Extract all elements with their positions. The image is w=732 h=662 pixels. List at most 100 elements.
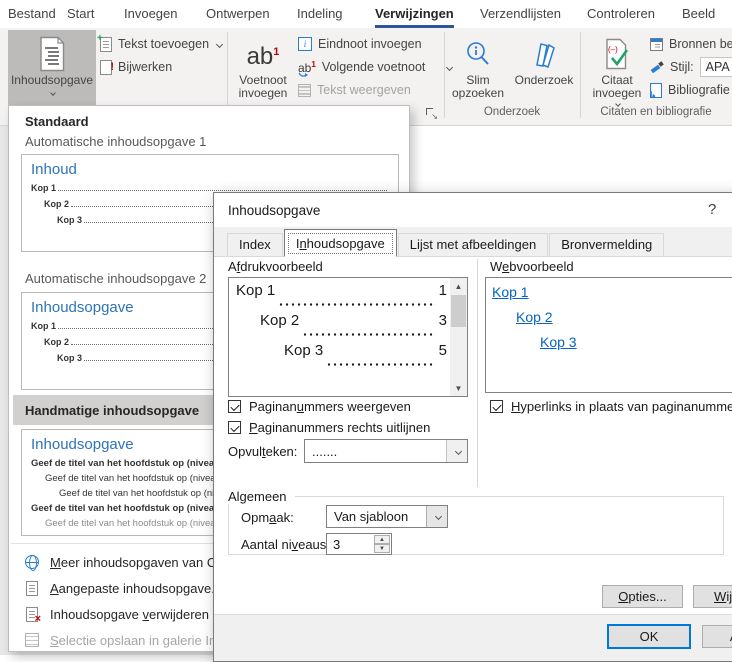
tab-inhoudsopgave[interactable]: Inhoudsopgave <box>283 229 397 257</box>
modify-button[interactable]: Wijzige <box>693 585 732 608</box>
spin-up-icon[interactable]: ▲ <box>374 535 390 544</box>
tab-index[interactable]: Index <box>227 233 283 256</box>
tab-indeling[interactable]: Indeling <box>297 0 343 28</box>
gallery-entry: Kop 1 <box>31 321 57 331</box>
tab-bronvermelding[interactable]: Bronvermelding <box>549 233 665 256</box>
dialog-launcher-icon[interactable] <box>426 108 438 121</box>
tab-lijst-met-afbeeldingen[interactable]: Lijst met afbeeldingen <box>397 233 549 256</box>
research-label: Onderzoek <box>514 73 574 87</box>
checkbox-checked-icon[interactable] <box>228 400 241 413</box>
custom-toc-icon <box>23 580 41 596</box>
dialog-title: Inhoudsopgave <box>228 203 321 218</box>
globe-icon <box>23 555 41 571</box>
column-divider <box>477 259 478 487</box>
style-row: Stijl: APA <box>650 56 732 78</box>
gallery-entry: Kop 3 <box>57 215 83 225</box>
chevron-down-icon[interactable] <box>426 506 447 527</box>
format-select[interactable]: Van sjabloon <box>326 505 448 528</box>
ok-button[interactable]: OK <box>607 624 691 649</box>
scroll-up-icon[interactable]: ▲ <box>450 278 467 294</box>
chevron-down-icon <box>50 90 56 96</box>
manage-sources-button[interactable]: Bronnen be <box>650 33 732 55</box>
print-preview-row: Kop 11 <box>236 282 447 312</box>
update-toc-button[interactable]: ! Bijwerken <box>100 56 172 78</box>
add-text-icon: + <box>97 33 112 52</box>
tab-ontwerpen[interactable]: Ontwerpen <box>206 0 270 28</box>
gallery-item1-title: Automatische inhoudsopgave 1 <box>25 134 207 149</box>
insert-citation-label: Citaat invoegen <box>592 73 642 100</box>
spin-down-icon[interactable]: ▼ <box>374 544 390 553</box>
levels-label: Aantal niveaus: <box>241 537 330 552</box>
options-button[interactable]: Opties... <box>602 585 683 608</box>
checkbox-show-page-numbers[interactable]: Paginanummers weergeven <box>228 399 411 414</box>
insert-endnote-button[interactable]: i Eindnoot invoegen <box>298 33 422 55</box>
web-preview-box: Kop 1 Kop 2 Kop 3 <box>485 277 732 393</box>
toc-icon <box>37 34 67 74</box>
tab-leader-select[interactable]: ....... <box>304 439 468 463</box>
tab-beeld[interactable]: Beeld <box>682 0 715 28</box>
update-toc-icon: ! <box>100 59 114 75</box>
show-notes-icon <box>298 83 311 97</box>
levels-value: 3 <box>333 536 341 552</box>
tab-bestand[interactable]: Bestand <box>8 0 56 28</box>
tab-controleren[interactable]: Controleren <box>587 0 655 28</box>
gallery-entry: Kop 2 <box>44 199 70 209</box>
add-text-label: Tekst toevoegen <box>118 37 210 51</box>
style-label: Stijl: <box>670 60 694 74</box>
manage-sources-icon <box>650 37 663 51</box>
manual-entry: Geef de titel van het hoofdstuk op (nive… <box>31 503 232 514</box>
web-preview-link[interactable]: Kop 3 <box>540 334 577 350</box>
print-preview-row: Kop 23 <box>236 312 447 342</box>
scrollbar[interactable]: ▲ ▼ <box>450 278 467 396</box>
checkbox-hyperlinks[interactable]: Hyperlinks in plaats van paginanummers <box>490 399 732 414</box>
scroll-down-icon[interactable]: ▼ <box>450 380 467 396</box>
manual-entry: Geef de titel van het hoofdstuk op (nive… <box>45 518 232 529</box>
help-icon[interactable]: ? <box>708 201 716 218</box>
bibliography-label: Bibliografie <box>668 83 730 97</box>
checkbox-checked-icon[interactable] <box>228 421 241 434</box>
dialog-footer: OK Annu <box>214 614 732 661</box>
next-footnote-button[interactable]: ab1 Volgende voetnoot <box>298 56 454 78</box>
gallery-section-header: Standaard <box>25 114 89 129</box>
tab-verzendlijsten[interactable]: Verzendlijsten <box>480 0 561 28</box>
next-footnote-icon: ab1 <box>298 59 316 77</box>
save-gallery-icon <box>23 633 41 647</box>
manual-entry: Geef de titel van het hoofdstuk op (nive… <box>31 458 232 469</box>
checkbox-right-align-page-numbers[interactable]: Paginanummers rechts uitlijnen <box>228 420 430 435</box>
next-footnote-label: Volgende voetnoot <box>321 60 426 74</box>
dialog-tab-strip: Index Inhoudsopgave Lijst met afbeelding… <box>214 227 732 257</box>
menu-item-label: Inhoudsopgave verwijderen <box>50 606 210 622</box>
chevron-down-icon[interactable] <box>446 440 467 462</box>
gallery-item2-title: Automatische inhoudsopgave 2 <box>25 271 207 286</box>
svg-text:(–): (–) <box>608 45 618 54</box>
footnote-icon: ab1 <box>246 42 280 70</box>
chevron-down-icon <box>216 40 224 48</box>
tab-start[interactable]: Start <box>67 0 94 28</box>
bibliography-button[interactable]: ↳ Bibliografie <box>649 79 730 101</box>
web-preview-link[interactable]: Kop 1 <box>492 284 529 300</box>
cancel-button[interactable]: Annu <box>702 625 732 648</box>
show-notes-label: Tekst weergeven <box>317 83 411 97</box>
checkbox-checked-icon[interactable] <box>490 400 503 413</box>
scrollbar-thumb[interactable] <box>451 295 466 327</box>
endnote-icon: i <box>298 37 312 51</box>
web-preview-link[interactable]: Kop 2 <box>516 309 553 325</box>
tab-verwijzingen[interactable]: Verwijzingen <box>375 0 454 28</box>
add-text-button[interactable]: + Tekst toevoegen <box>97 33 224 55</box>
format-value: Van sjabloon <box>334 509 409 524</box>
page-margin <box>0 126 8 655</box>
levels-spinner[interactable]: 3 ▲ ▼ <box>326 533 392 555</box>
web-preview-label: Webvoorbeeld <box>490 259 574 274</box>
group-label-citations: Citaten en bibliografie <box>600 106 712 118</box>
menu-item-label: Meer inhoudsopgaven van Offic <box>50 554 234 570</box>
research-icon <box>529 34 559 74</box>
menu-item-label: Aangepaste inhoudsopgave... <box>50 580 223 596</box>
checkbox-label: Paginanummers rechts uitlijnen <box>249 420 431 435</box>
format-label: Opmaak: <box>241 510 294 525</box>
ribbon-tab-bar: Bestand Start Invoegen Ontwerpen Indelin… <box>0 0 732 28</box>
gallery-item3-label: Handmatige inhoudsopgave <box>25 402 200 418</box>
tab-invoegen[interactable]: Invoegen <box>124 0 178 28</box>
toc-button-label: Inhoudsopgave <box>10 73 94 87</box>
citation-style-select[interactable]: APA <box>699 57 732 77</box>
checkbox-label: Hyperlinks in plaats van paginanummers <box>511 399 732 414</box>
